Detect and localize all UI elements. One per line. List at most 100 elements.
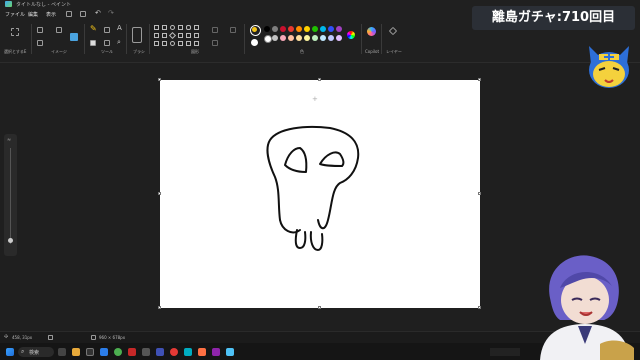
polygon-shape-icon[interactable] [194,25,199,30]
search-icon: ⌕ [21,348,25,355]
edge-icon[interactable] [100,348,108,356]
menu-edit[interactable]: 編集 [28,11,38,18]
color-swatch[interactable] [312,26,318,32]
canvas-resize-handle[interactable] [478,192,481,195]
color-swatch[interactable] [320,35,326,41]
group-label-selection: 選択とするE [4,49,27,54]
menu-view[interactable]: 表示 [46,11,56,18]
file-explorer-icon[interactable] [72,348,80,356]
brush-icon[interactable] [132,27,142,43]
color-swatch[interactable] [312,35,318,41]
size-slider-thumb[interactable] [8,238,13,243]
arrow-shape-icon[interactable] [194,33,199,38]
app-icon[interactable] [128,348,136,356]
secondary-color-swatch[interactable] [251,39,258,46]
app-icon[interactable] [156,348,164,356]
color-swatch[interactable] [288,26,294,32]
save-icon[interactable] [66,11,72,17]
fill-icon[interactable] [104,27,110,33]
system-tray[interactable] [490,348,520,356]
magnifier-icon[interactable]: ⌕ [117,38,121,47]
color-swatch[interactable] [336,35,342,41]
rounded-rectangle-shape-icon[interactable] [186,25,191,30]
four-point-star-shape-icon[interactable] [194,41,199,46]
right-triangle-shape-icon[interactable] [162,33,167,38]
canvas-resize-handle[interactable] [158,192,161,195]
color-swatch[interactable] [296,26,302,32]
image-icon[interactable] [70,33,78,41]
crop-icon[interactable] [37,27,43,33]
color-swatch[interactable] [288,35,294,41]
canvas-resize-handle[interactable] [158,306,161,309]
vtuber-avatar [540,255,634,360]
undo-icon[interactable]: ↶ [95,9,101,17]
app-icon[interactable] [170,348,178,356]
outline-icon[interactable] [212,27,218,33]
color-swatch[interactable] [304,35,310,41]
color-swatch[interactable] [280,26,286,32]
edit-colors-icon[interactable] [347,31,355,39]
color-swatch[interactable] [304,26,310,32]
app-icon[interactable] [86,348,94,356]
rotate-icon[interactable] [56,27,62,33]
rectangle-shape-icon[interactable] [178,25,183,30]
color-swatch[interactable] [328,35,334,41]
hexagon-shape-icon[interactable] [186,33,191,38]
divider [244,24,245,54]
app-icon[interactable] [184,348,192,356]
canvas-resize-handle[interactable] [318,78,321,81]
triangle-shape-icon[interactable] [154,33,159,38]
fill-shape-icon[interactable] [212,40,218,46]
line-shape-icon[interactable] [154,25,159,30]
canvas-resize-handle[interactable] [158,78,161,81]
eraser-icon[interactable] [90,40,96,46]
canvas-resize-handle[interactable] [478,306,481,309]
color-picker-icon[interactable] [104,40,110,46]
app-icon[interactable] [198,348,206,356]
menu-file[interactable]: ファイル [5,11,25,18]
taskbar-search-box[interactable]: ⌕ 検索 [18,347,54,357]
color-swatch[interactable] [320,26,326,32]
size-slider-track[interactable] [10,148,11,244]
color-swatch[interactable] [272,26,278,32]
cloud-shape-icon[interactable] [186,41,191,46]
paint-taskbar-icon[interactable] [226,348,234,356]
group-label-tools: ツール [101,49,113,54]
group-label-image: イメージ [51,49,67,54]
color-swatch[interactable] [264,26,270,32]
taskbar-search-label: 検索 [29,350,40,356]
cat-mascot-icon [589,46,629,88]
resize-icon[interactable] [37,40,43,46]
callout-shape-icon[interactable] [162,41,167,46]
heart-shape-icon[interactable] [170,41,175,46]
chrome-icon[interactable] [114,348,122,356]
color-swatch[interactable] [336,26,342,32]
color-swatch[interactable] [264,35,272,43]
divider [31,24,32,54]
oval-shape-icon[interactable] [170,25,175,30]
pentagon-shape-icon[interactable] [178,33,183,38]
pencil-icon[interactable]: ✎ [90,24,97,33]
star-shape-icon[interactable] [154,41,159,46]
color-swatch[interactable] [328,26,334,32]
primary-color-swatch[interactable] [250,25,261,36]
app-icon[interactable] [212,348,220,356]
group-label-shapes: 図形 [191,49,199,54]
start-icon[interactable] [6,348,14,356]
color-swatch[interactable] [280,35,286,41]
curve-shape-icon[interactable] [162,25,167,30]
text-icon[interactable]: A [117,24,122,32]
copilot-icon[interactable] [367,27,376,36]
canvas-resize-handle[interactable] [478,78,481,81]
lightning-shape-icon[interactable] [178,41,183,46]
app-icon[interactable] [142,348,150,356]
drawing-canvas[interactable]: + [160,80,480,308]
canvas-resize-handle[interactable] [318,306,321,309]
selection-tool-icon[interactable] [11,28,19,36]
redo-icon[interactable]: ↷ [108,9,114,17]
color-swatch[interactable] [272,35,278,41]
color-swatch[interactable] [296,35,302,41]
share-icon[interactable] [80,11,86,17]
size-icon[interactable] [230,27,236,33]
task-view-icon[interactable] [58,348,66,356]
